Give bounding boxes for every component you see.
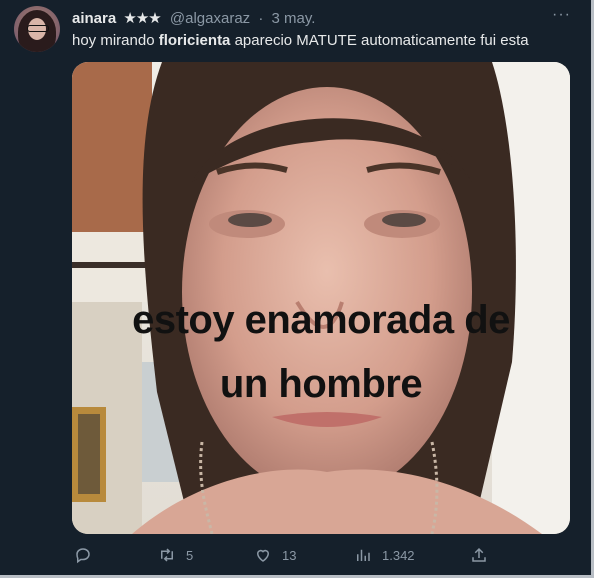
views-icon: [357, 549, 370, 561]
tweet-actions: 5 13 1.342: [72, 543, 570, 567]
views-count: 1.342: [382, 547, 415, 563]
meme-caption-line1: estoy enamorada de: [132, 298, 510, 342]
heart-icon: [256, 549, 270, 562]
avatar[interactable]: [14, 6, 60, 52]
share-button[interactable]: [470, 543, 498, 567]
retweet-count: 5: [186, 547, 194, 563]
like-count: 13: [282, 547, 297, 563]
tweet-text: hoy mirando floricienta aparecio MATUTE …: [72, 31, 571, 50]
author-handle[interactable]: @algaxaraz: [170, 10, 250, 27]
meme-caption-line2: un hombre: [219, 362, 423, 406]
reply-button[interactable]: [74, 543, 102, 567]
tweet-card[interactable]: ainara ★★★ @algaxaraz · 3 may. ··· hoy m…: [0, 0, 594, 578]
retweet-icon: [161, 548, 173, 562]
like-button[interactable]: 13: [254, 543, 296, 567]
reply-icon: [76, 548, 90, 564]
tweet-header: ainara ★★★ @algaxaraz · 3 may.: [72, 10, 551, 28]
share-icon: [472, 547, 486, 562]
tweet-media-image[interactable]: estoy enamorada de un hombre: [72, 62, 570, 534]
author-name[interactable]: ainara: [72, 10, 116, 27]
tweet-text-bold: floricienta: [158, 32, 231, 49]
tweet-text-after: aparecio MATUTE automaticamente fui esta: [230, 32, 529, 49]
avatar-glasses: [27, 25, 49, 32]
retweet-button[interactable]: 5: [158, 543, 193, 567]
tweet-date[interactable]: 3 may.: [272, 10, 316, 27]
author-badge: ★★★: [123, 10, 161, 27]
views-button[interactable]: 1.342: [354, 543, 415, 567]
tweet-text-before: hoy mirando: [72, 32, 159, 49]
header-separator: ·: [258, 10, 264, 27]
more-horizontal-icon[interactable]: ···: [552, 6, 571, 24]
